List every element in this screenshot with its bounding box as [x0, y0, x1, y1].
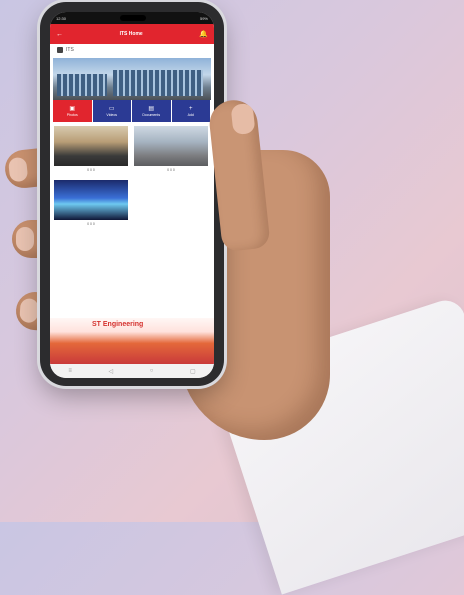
phone-screen: 12:30 59% ← ITS Home 🔔 ITS ▣ Photos ▭ Vide… [50, 12, 214, 378]
event-stage-thumbnail [54, 180, 128, 220]
tile-label: Documents [142, 112, 161, 117]
tile-label: Videos [106, 112, 118, 117]
home-icon[interactable]: ○ [150, 368, 154, 374]
hero-image [53, 58, 211, 100]
document-icon: ▤ [148, 105, 155, 112]
breadcrumb-label: ITS [66, 47, 74, 53]
menu-icon[interactable]: ≡ [68, 368, 72, 374]
thumb-nail [230, 102, 256, 136]
tile-documents[interactable]: ▤ Documents [132, 100, 172, 122]
media-card[interactable]: 0 0 0 [134, 126, 208, 174]
tile-label: Photos [66, 112, 78, 117]
status-battery: 59% [199, 15, 208, 21]
recents-icon[interactable]: ▢ [190, 368, 196, 375]
tile-videos[interactable]: ▭ Videos [92, 100, 132, 122]
conference-room-thumbnail [54, 126, 128, 166]
fingernail [16, 227, 34, 251]
building-image [113, 70, 203, 96]
tile-add[interactable]: + Add [171, 100, 211, 122]
brand-logo: ST Engineering [92, 321, 144, 328]
system-nav-bar: ≡ ◁ ○ ▢ [50, 364, 214, 378]
video-icon: ▭ [108, 105, 115, 112]
plus-icon: + [188, 105, 193, 112]
arrow-left-icon[interactable]: ← [56, 31, 63, 38]
media-card[interactable]: 0 0 0 [54, 126, 128, 174]
card-meta: 0 0 0 [167, 168, 175, 172]
card-meta: 0 0 0 [87, 168, 95, 172]
bell-icon[interactable]: 🔔 [199, 30, 208, 38]
status-bar: 12:30 59% [50, 12, 214, 24]
category-tiles: ▣ Photos ▭ Videos ▤ Documents + Add [53, 100, 211, 122]
building-image [57, 74, 107, 96]
fingernail [19, 298, 39, 324]
back-icon[interactable]: ◁ [108, 368, 113, 375]
promo-banner[interactable]: ST Engineering [50, 318, 214, 364]
building-thumbnail [134, 126, 208, 166]
photo-icon: ▣ [69, 105, 76, 112]
photo-scene: 12:30 59% ← ITS Home 🔔 ITS ▣ Photos ▭ Vide… [0, 0, 464, 595]
app-bar: ← ITS Home 🔔 [50, 24, 214, 44]
media-card[interactable]: 0 0 0 [54, 180, 128, 228]
tile-label: Add [187, 112, 194, 117]
app-title: ITS Home [119, 31, 143, 37]
folder-icon [57, 47, 63, 53]
breadcrumb[interactable]: ITS [50, 44, 214, 56]
camera-notch [120, 15, 146, 21]
status-time: 12:30 [56, 15, 67, 21]
card-meta: 0 0 0 [87, 222, 95, 226]
tile-photos[interactable]: ▣ Photos [53, 100, 93, 122]
media-grid: 0 0 0 0 0 0 0 0 0 [50, 122, 214, 228]
fingernail [7, 156, 29, 183]
